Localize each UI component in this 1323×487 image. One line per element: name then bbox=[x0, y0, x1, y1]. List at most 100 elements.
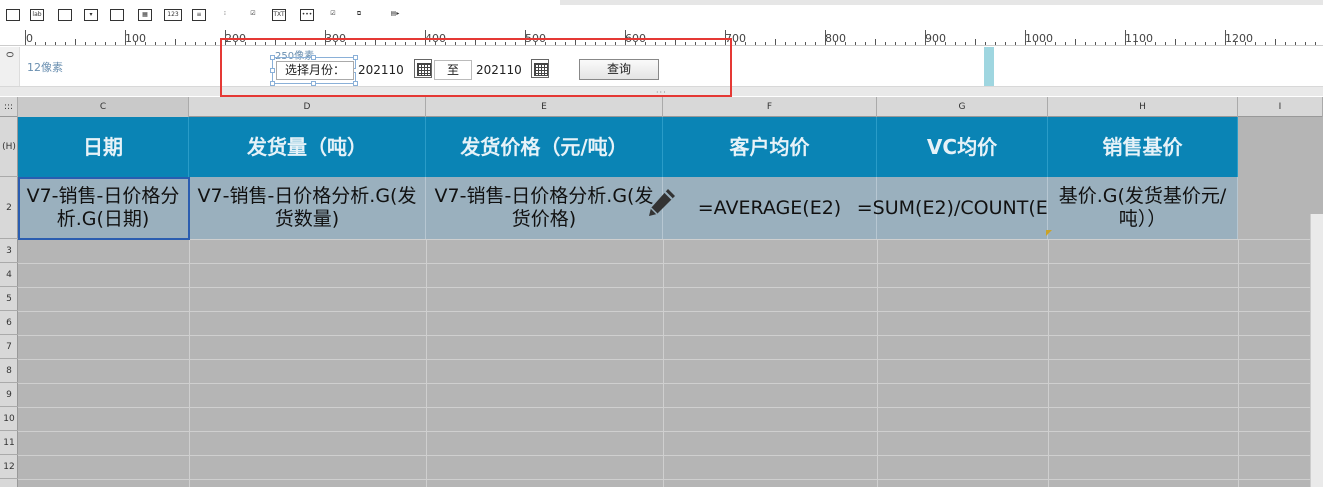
data-cell-base-price[interactable]: 基价.G(发货基价元/吨）） bbox=[1048, 177, 1238, 239]
header-cell-price[interactable]: 发货价格（元/吨） bbox=[426, 117, 663, 177]
ruler-tick bbox=[35, 42, 36, 45]
grid-corner[interactable]: ::: bbox=[0, 97, 18, 117]
column-divider bbox=[663, 239, 664, 487]
ruler-tick bbox=[865, 42, 866, 45]
ruler-tick bbox=[745, 42, 746, 45]
row-header[interactable]: 8 bbox=[0, 359, 18, 383]
empty-rows[interactable] bbox=[18, 239, 1310, 487]
ruler-tick bbox=[55, 42, 56, 45]
row-header[interactable]: 11 bbox=[0, 431, 18, 455]
data-cell-price[interactable]: V7-销售-日价格分析.G(发货价格) bbox=[426, 177, 663, 239]
ruler-tick bbox=[785, 42, 786, 45]
ruler-tick bbox=[65, 42, 66, 45]
data-cell-quantity[interactable]: V7-销售-日价格分析.G(发货数量) bbox=[189, 177, 426, 239]
ruler-tick bbox=[1095, 42, 1096, 45]
row-header[interactable]: 9 bbox=[0, 383, 18, 407]
row-header[interactable]: 7 bbox=[0, 335, 18, 359]
more-widgets-icon[interactable]: ▤▸ bbox=[388, 9, 402, 21]
date-widget-icon[interactable] bbox=[110, 9, 124, 21]
radio-group-icon[interactable]: ⁝ bbox=[218, 9, 232, 21]
header-cell-base-price[interactable]: 销售基价 bbox=[1048, 117, 1238, 177]
row-header[interactable]: 2 bbox=[0, 177, 18, 239]
row-header[interactable]: 10 bbox=[0, 407, 18, 431]
column-header-c[interactable]: C bbox=[18, 97, 189, 117]
panel-height-label: 12像素 bbox=[27, 61, 63, 74]
column-header-e[interactable]: E bbox=[426, 97, 663, 117]
ruler-tick bbox=[885, 42, 886, 45]
ruler-tick bbox=[1255, 42, 1256, 45]
data-cell-vc-avg[interactable]: =SUM(E2)/COUNT(E2) bbox=[857, 177, 1067, 239]
ruler-tick bbox=[25, 30, 26, 45]
ruler-tick bbox=[815, 42, 816, 45]
ruler-tick bbox=[145, 42, 146, 45]
pencil-edit-icon[interactable] bbox=[646, 186, 678, 218]
header-cell-date[interactable]: 日期 bbox=[18, 117, 189, 177]
row-header[interactable]: (H) bbox=[0, 117, 18, 177]
report-grid[interactable]: ::: C D E F G H I (H) 2 3 4 5 6 7 8 9 10… bbox=[0, 97, 1323, 487]
ruler-tick bbox=[1295, 42, 1296, 45]
text-widget-icon[interactable]: TXT bbox=[272, 9, 286, 21]
ruler-label: 1100 bbox=[1125, 32, 1153, 45]
ruler-tick bbox=[805, 42, 806, 45]
ruler-tick bbox=[1065, 42, 1066, 45]
highlight-box bbox=[220, 38, 732, 97]
ruler-tick bbox=[905, 42, 906, 45]
ruler-label: 1000 bbox=[1025, 32, 1053, 45]
row-header[interactable]: 6 bbox=[0, 311, 18, 335]
ruler-tick bbox=[105, 42, 106, 45]
ruler-tick bbox=[1175, 39, 1176, 45]
panel-resize-handle[interactable] bbox=[984, 47, 994, 86]
header-cell-vc-avg[interactable]: VC均价 bbox=[877, 117, 1048, 177]
button-widget-icon[interactable] bbox=[58, 9, 72, 21]
ruler-tick bbox=[1085, 42, 1086, 45]
vertical-ruler-label: 0 bbox=[3, 51, 15, 58]
ruler-tick bbox=[115, 42, 116, 45]
checkbox-widget-icon[interactable]: ☑ bbox=[326, 9, 340, 21]
column-header-i[interactable]: I bbox=[1238, 97, 1323, 117]
ruler-tick bbox=[1195, 42, 1196, 45]
row-header[interactable]: 4 bbox=[0, 263, 18, 287]
column-divider bbox=[877, 239, 878, 487]
panel-left-gutter: 0 bbox=[0, 47, 20, 88]
ruler-tick bbox=[1235, 42, 1236, 45]
ruler-tick bbox=[1305, 42, 1306, 45]
number-widget-icon[interactable]: 123 bbox=[164, 9, 182, 21]
column-header-f[interactable]: F bbox=[663, 97, 877, 117]
ruler-tick bbox=[1135, 42, 1136, 45]
data-cell-customer-avg[interactable]: =AVERAGE(E2) bbox=[663, 177, 877, 239]
row-header[interactable]: 12 bbox=[0, 455, 18, 479]
label-widget-icon[interactable]: lab bbox=[30, 9, 44, 21]
ruler-tick bbox=[205, 42, 206, 45]
column-divider bbox=[1238, 239, 1239, 487]
ruler-tick bbox=[1005, 42, 1006, 45]
row-header[interactable]: 5 bbox=[0, 287, 18, 311]
ruler-tick bbox=[755, 42, 756, 45]
ruler-tick bbox=[765, 42, 766, 45]
vertical-scrollbar[interactable] bbox=[1310, 214, 1323, 487]
column-header-d[interactable]: D bbox=[189, 97, 426, 117]
combobox-widget-icon[interactable]: ▾ bbox=[84, 9, 98, 21]
ruler-tick bbox=[215, 42, 216, 45]
ruler-tick bbox=[155, 42, 156, 45]
password-widget-icon[interactable]: ••• bbox=[300, 9, 314, 21]
ruler-tick bbox=[1075, 39, 1076, 45]
tree-widget-icon[interactable]: ⧉ bbox=[352, 9, 366, 21]
textarea-widget-icon[interactable]: ≡ bbox=[192, 9, 206, 21]
ruler-tick bbox=[775, 39, 776, 45]
ruler-tick bbox=[1215, 42, 1216, 45]
ruler-tick bbox=[1145, 42, 1146, 45]
ruler-tick bbox=[855, 42, 856, 45]
checkbox-group-icon[interactable]: ☑ bbox=[246, 9, 260, 21]
column-header-h[interactable]: H bbox=[1048, 97, 1238, 117]
header-cell-quantity[interactable]: 发货量（吨） bbox=[189, 117, 426, 177]
ruler-label: 0 bbox=[26, 32, 33, 45]
ruler-tick bbox=[1245, 42, 1246, 45]
textbox-widget-icon[interactable] bbox=[6, 9, 20, 21]
row-header[interactable]: 3 bbox=[0, 239, 18, 263]
comment-marker bbox=[1046, 230, 1052, 236]
ruler-tick bbox=[1225, 30, 1226, 45]
ruler-tick bbox=[165, 42, 166, 45]
calendar-widget-icon[interactable]: ▦ bbox=[138, 9, 152, 21]
column-header-g[interactable]: G bbox=[877, 97, 1048, 117]
header-cell-customer-avg[interactable]: 客户均价 bbox=[663, 117, 877, 177]
